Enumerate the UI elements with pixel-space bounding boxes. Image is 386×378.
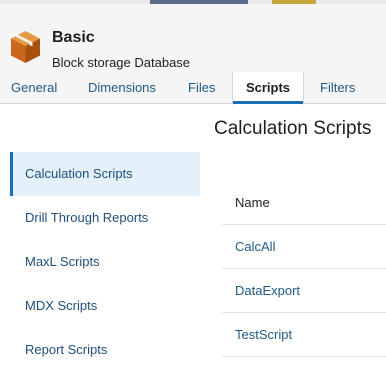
scripts-table: Name CalcAll DataExport TestScript	[222, 181, 386, 357]
app-header: Basic Block storage Database	[0, 4, 386, 72]
table-row[interactable]: TestScript	[222, 313, 386, 357]
nav-item-mdx-scripts[interactable]: MDX Scripts	[10, 284, 200, 328]
nav-item-report-scripts[interactable]: Report Scripts	[10, 328, 200, 372]
page-title: Calculation Scripts	[214, 118, 372, 139]
tab-general[interactable]: General	[11, 72, 57, 104]
app-subtitle: Block storage Database	[52, 55, 191, 70]
tab-files[interactable]: Files	[188, 72, 215, 104]
nav-item-maxl-scripts[interactable]: MaxL Scripts	[10, 240, 200, 284]
tab-scripts[interactable]: Scripts	[232, 72, 304, 105]
column-header-name[interactable]: Name	[222, 181, 386, 225]
nav-item-calculation-scripts[interactable]: Calculation Scripts	[10, 152, 200, 196]
app-title: Basic	[52, 29, 95, 46]
script-type-nav: Calculation Scripts Drill Through Report…	[10, 152, 200, 372]
tab-dimensions[interactable]: Dimensions	[88, 72, 156, 104]
tab-bar: General Dimensions Files Scripts Filters	[0, 72, 386, 105]
tab-filters[interactable]: Filters	[320, 72, 355, 104]
page: Basic Block storage Database General Dim…	[0, 0, 386, 378]
nav-item-drill-through-reports[interactable]: Drill Through Reports	[10, 196, 200, 240]
cube-icon	[11, 31, 40, 63]
table-row[interactable]: CalcAll	[222, 225, 386, 269]
table-row[interactable]: DataExport	[222, 269, 386, 313]
